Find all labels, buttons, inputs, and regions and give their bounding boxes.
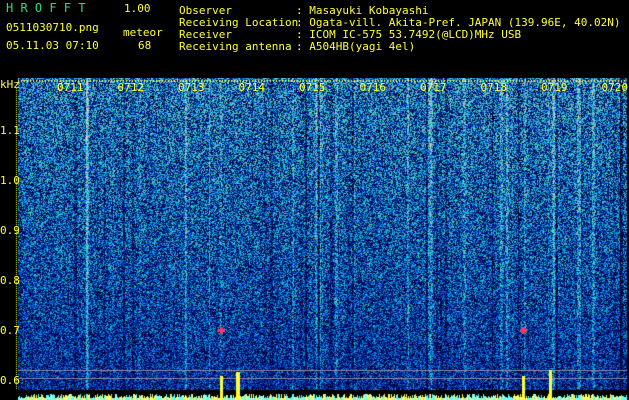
spectrogram-canvas [0, 78, 629, 400]
observer-label: Observer [179, 4, 232, 17]
y-tick-label: 0.6 [0, 374, 20, 387]
x-tick-label: 0719 [541, 81, 568, 94]
x-tick-label: 0715 [299, 81, 326, 94]
x-tick-label: 0713 [178, 81, 205, 94]
x-tick-label: 0716 [359, 81, 387, 94]
location-label: Receiving Location [179, 16, 299, 29]
location-row: Receiving Location: Ogata-vill. Akita-Pr… [179, 17, 621, 28]
meteor-count: 68 [138, 39, 152, 52]
y-tick-label: 0.8 [0, 274, 20, 287]
y-tick-label: 0.7 [0, 324, 20, 337]
x-tick-label: 0711 [57, 81, 84, 94]
y-tick-label: 0.9 [0, 224, 20, 237]
app-version: 1.00 [124, 2, 151, 15]
y-tick-label: 1.0 [0, 174, 20, 187]
antenna-label: Receiving antenna [179, 40, 292, 53]
header-panel: H R O F F T 1.00 0511030710.png meteor 0… [0, 0, 629, 78]
meteor-label: meteor [123, 26, 163, 39]
x-tick-label: 0717 [420, 81, 447, 94]
x-tick-label: 0718 [480, 81, 508, 94]
antenna-value: : A504HB(yagi 4el) [296, 40, 416, 53]
receiver-row: Receiver: ICOM IC-575 53.7492(@LCD)MHz U… [179, 29, 521, 40]
file-name: 0511030710.png [6, 21, 99, 34]
app-title: H R O F F T [6, 1, 86, 15]
y-tick-label: 1.1 [0, 124, 20, 137]
receiver-label: Receiver [179, 28, 232, 41]
x-tick-label: 0712 [117, 81, 145, 94]
observer-row: Observer: Masayuki Kobayashi [179, 5, 428, 16]
antenna-row: Receiving antenna : A504HB(yagi 4el) [179, 41, 415, 52]
y-axis-label: kHz [0, 78, 20, 91]
date-time: 05.11.03 07:10 [6, 39, 99, 52]
x-tick-label: 0714 [238, 81, 266, 94]
x-tick-label: 0720 [601, 81, 629, 94]
